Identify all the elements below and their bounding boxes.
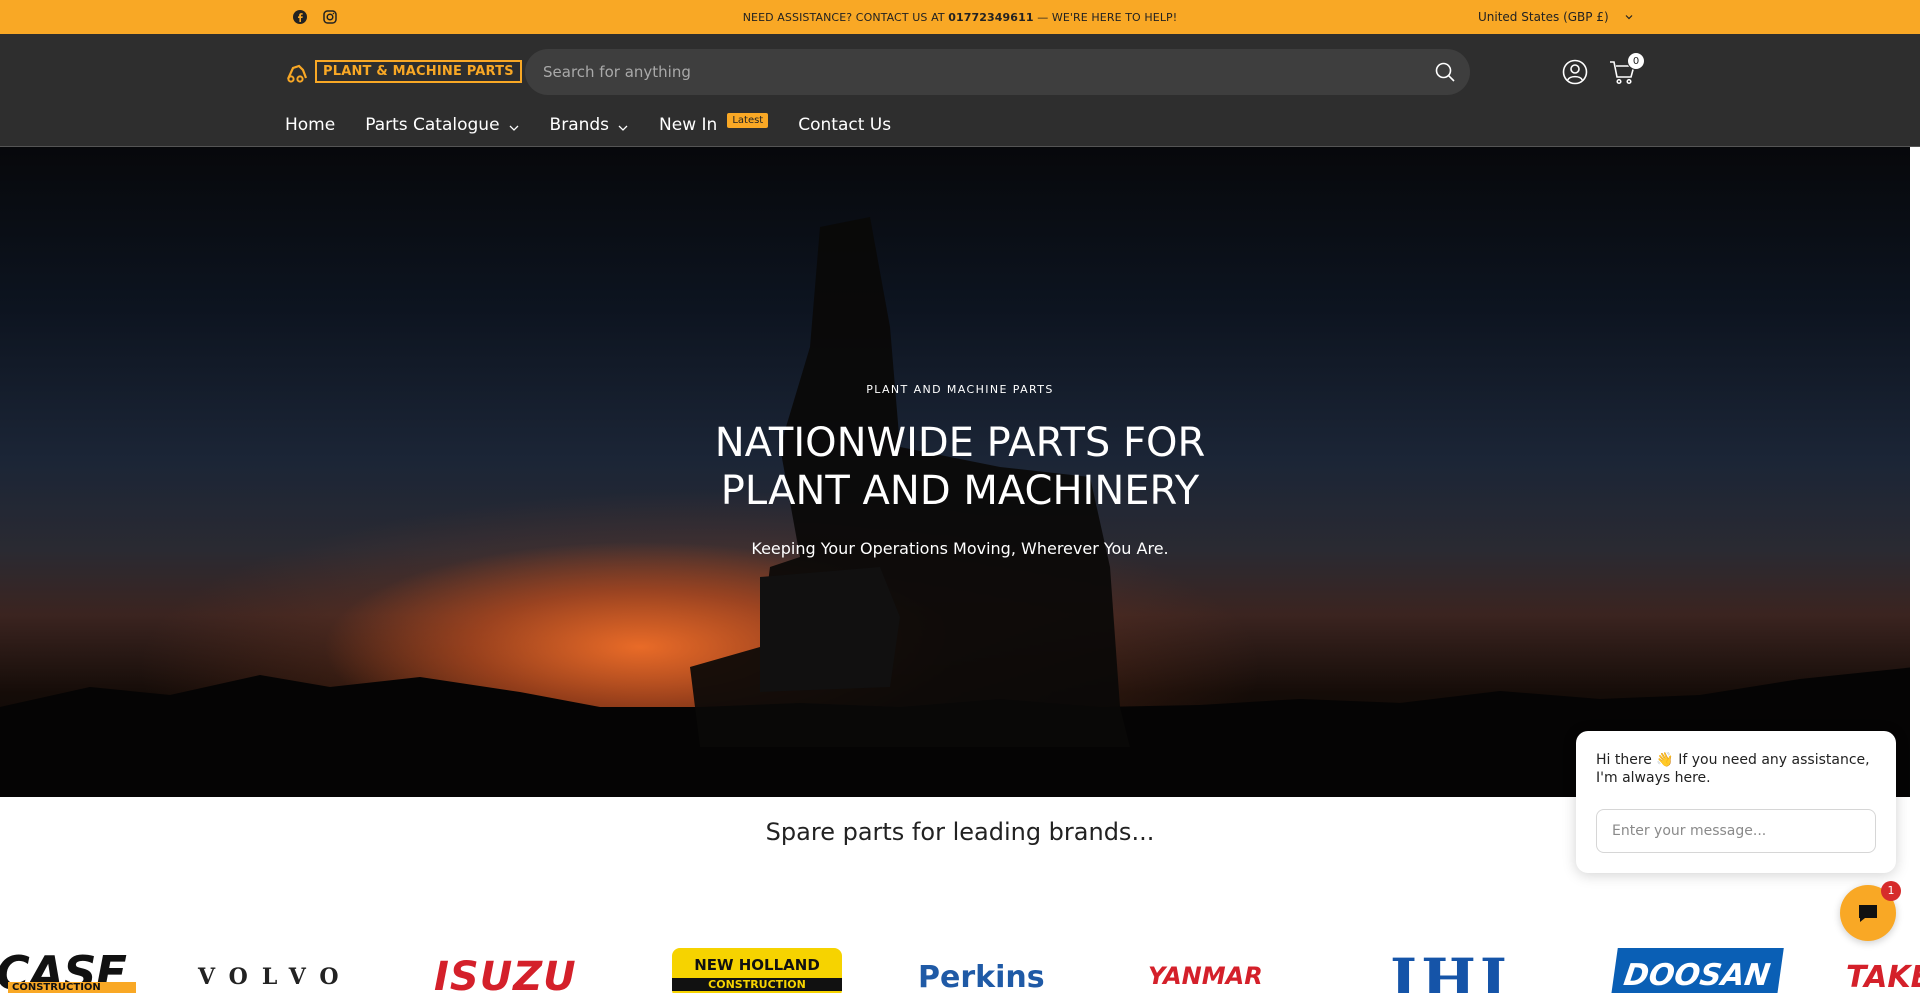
brand-logo-case-subtitle: CONSTRUCTION	[8, 982, 136, 993]
chevron-down-icon[interactable]	[1624, 12, 1634, 22]
main-nav: Home Parts Catalogue Brands New In Lates…	[285, 110, 921, 140]
nav-item-new-in[interactable]: New In Latest	[659, 112, 769, 135]
chat-greeting: Hi there 👋 If you need any assistance, I…	[1596, 752, 1870, 786]
nav-item-label: New In	[659, 115, 718, 135]
search-icon[interactable]	[1434, 61, 1456, 83]
site-logo[interactable]: PLANT & MACHINE PARTS	[285, 60, 522, 83]
chat-message-input[interactable]	[1596, 809, 1876, 853]
hero-subtitle: Keeping Your Operations Moving, Wherever…	[751, 539, 1169, 558]
brand-logo-isuzu[interactable]: ISUZU	[434, 954, 577, 993]
brand-logo-new-holland-name: NEW HOLLAND	[694, 956, 820, 974]
hero-banner: PLANT AND MACHINE PARTS NATIONWIDE PARTS…	[0, 147, 1915, 797]
brand-logo-new-holland-subtitle: CONSTRUCTION	[672, 978, 842, 991]
page-edge	[1910, 147, 1915, 797]
cart-count-badge: 0	[1627, 52, 1645, 70]
search-bar	[525, 49, 1470, 95]
nav-item-parts-catalogue[interactable]: Parts Catalogue	[365, 115, 519, 135]
brand-logo-new-holland[interactable]: NEW HOLLAND CONSTRUCTION	[672, 948, 842, 993]
account-icon[interactable]	[1562, 59, 1588, 85]
nav-item-home[interactable]: Home	[285, 115, 335, 135]
nav-item-brands[interactable]: Brands	[550, 115, 630, 135]
brand-logo-carousel: CASE CONSTRUCTION VOLVO ISUZU NEW HOLLAN…	[0, 940, 1920, 993]
chevron-down-icon	[508, 119, 520, 131]
phone-number[interactable]: 01772349611	[948, 11, 1033, 24]
nav-item-contact-us[interactable]: Contact Us	[798, 115, 891, 135]
chat-popup: Hi there 👋 If you need any assistance, I…	[1576, 731, 1896, 873]
announcement-suffix: — WE'RE HERE TO HELP!	[1037, 11, 1178, 24]
brand-logo-volvo[interactable]: VOLVO	[198, 964, 353, 993]
currency-selector[interactable]: United States (GBP £)	[1478, 10, 1609, 24]
nav-item-label: Home	[285, 115, 336, 135]
hero-title: NATIONWIDE PARTS FOR PLANT AND MACHINERY	[714, 420, 1206, 514]
chat-bubble-icon	[1856, 901, 1880, 925]
chat-unread-badge: 1	[1881, 881, 1901, 901]
nav-item-label: Contact Us	[798, 115, 892, 135]
announcement-bar: NEED ASSISTANCE? CONTACT US AT 017723496…	[0, 0, 1920, 34]
nav-item-label: Parts Catalogue	[365, 115, 500, 135]
hero-eyebrow: PLANT AND MACHINE PARTS	[866, 383, 1054, 396]
search-input[interactable]	[543, 49, 1383, 95]
brand-logo-doosan[interactable]: DOOSAN	[1610, 948, 1784, 993]
excavator-logo-icon	[285, 61, 309, 83]
latest-badge: Latest	[727, 112, 769, 128]
logo-text: PLANT & MACHINE PARTS	[315, 60, 522, 83]
nav-item-label: Brands	[549, 115, 610, 135]
announcement-prefix: NEED ASSISTANCE? CONTACT US AT	[742, 11, 945, 24]
brand-logo-yanmar[interactable]: YANMAR	[1148, 962, 1263, 993]
chevron-down-icon	[617, 119, 629, 131]
brand-logo-ihi[interactable]: IHI	[1390, 946, 1511, 993]
brand-logo-perkins[interactable]: Perkins	[918, 960, 1045, 993]
site-header: PLANT & MACHINE PARTS 0 Home Parts Catal…	[0, 34, 1920, 147]
brand-logo-takeuchi[interactable]: TAKE	[1846, 960, 1920, 993]
